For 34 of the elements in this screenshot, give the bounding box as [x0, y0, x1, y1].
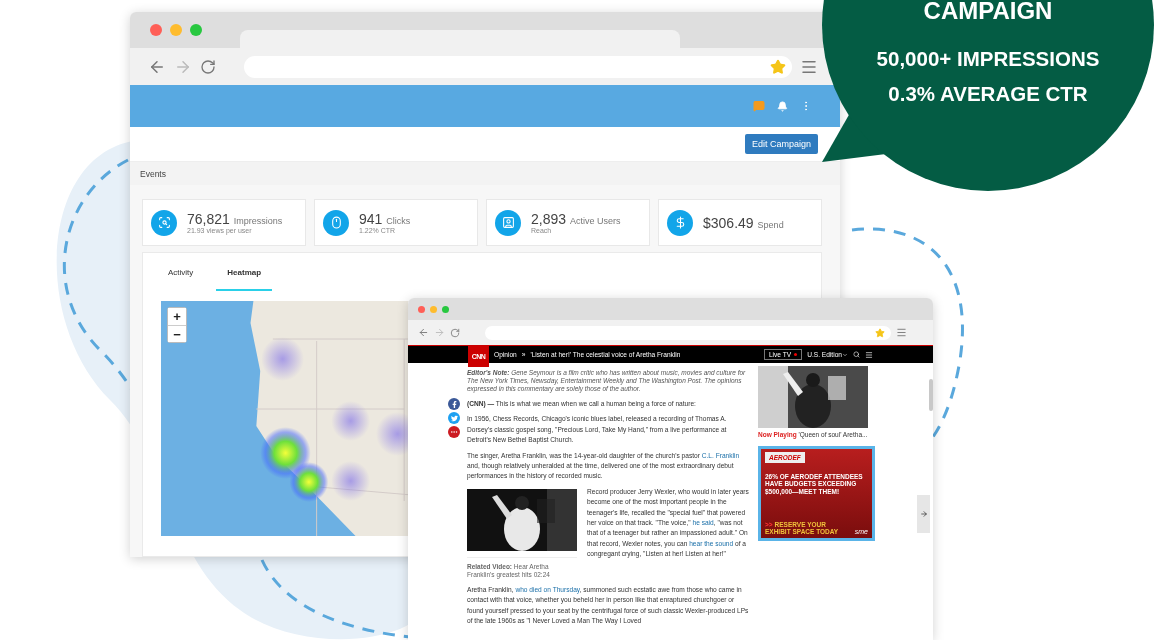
stat-label: Impressions	[233, 216, 283, 226]
stat-label: Clicks	[386, 216, 411, 226]
search-icon[interactable]	[853, 351, 860, 358]
callout-stat: 50,000+ IMPRESSIONS	[876, 46, 1100, 72]
alert-icon[interactable]	[753, 100, 765, 112]
arrow-right-icon	[919, 510, 928, 518]
section-title: Events	[140, 168, 166, 179]
menu-icon[interactable]	[896, 327, 907, 338]
callout-title: CAMPAIGN	[923, 0, 1053, 25]
edit-campaign-button[interactable]: Edit Campaign	[744, 134, 818, 154]
reload-icon[interactable]	[200, 58, 216, 75]
image-search-icon	[157, 216, 171, 229]
stat-value: 76,821	[187, 211, 230, 227]
mouse-icon	[329, 216, 343, 229]
maximize-icon[interactable]	[190, 24, 202, 36]
address-bar[interactable]	[244, 55, 792, 78]
callout-stat: 0.3% AVERAGE CTR	[888, 81, 1088, 107]
close-icon[interactable]	[150, 24, 162, 36]
notification-icon[interactable]	[777, 100, 788, 112]
stat-label: Active Users	[570, 216, 621, 226]
star-icon[interactable]	[875, 327, 885, 338]
stat-value: 941	[359, 211, 383, 227]
tab[interactable]: Activity	[157, 268, 205, 291]
minimize-icon[interactable]	[170, 24, 182, 36]
next-button[interactable]	[917, 495, 930, 533]
stat-value: 2,893	[531, 211, 567, 227]
stat-value: $306.49	[703, 214, 754, 231]
caret-icon	[842, 351, 848, 358]
menu-icon[interactable]	[865, 350, 873, 359]
star-icon[interactable]	[770, 58, 786, 75]
scrollbar-thumb[interactable]	[929, 379, 933, 411]
stat-label: Spend	[757, 219, 784, 230]
tab[interactable]: Heatmap	[216, 268, 273, 291]
contact-card-icon	[501, 216, 515, 229]
